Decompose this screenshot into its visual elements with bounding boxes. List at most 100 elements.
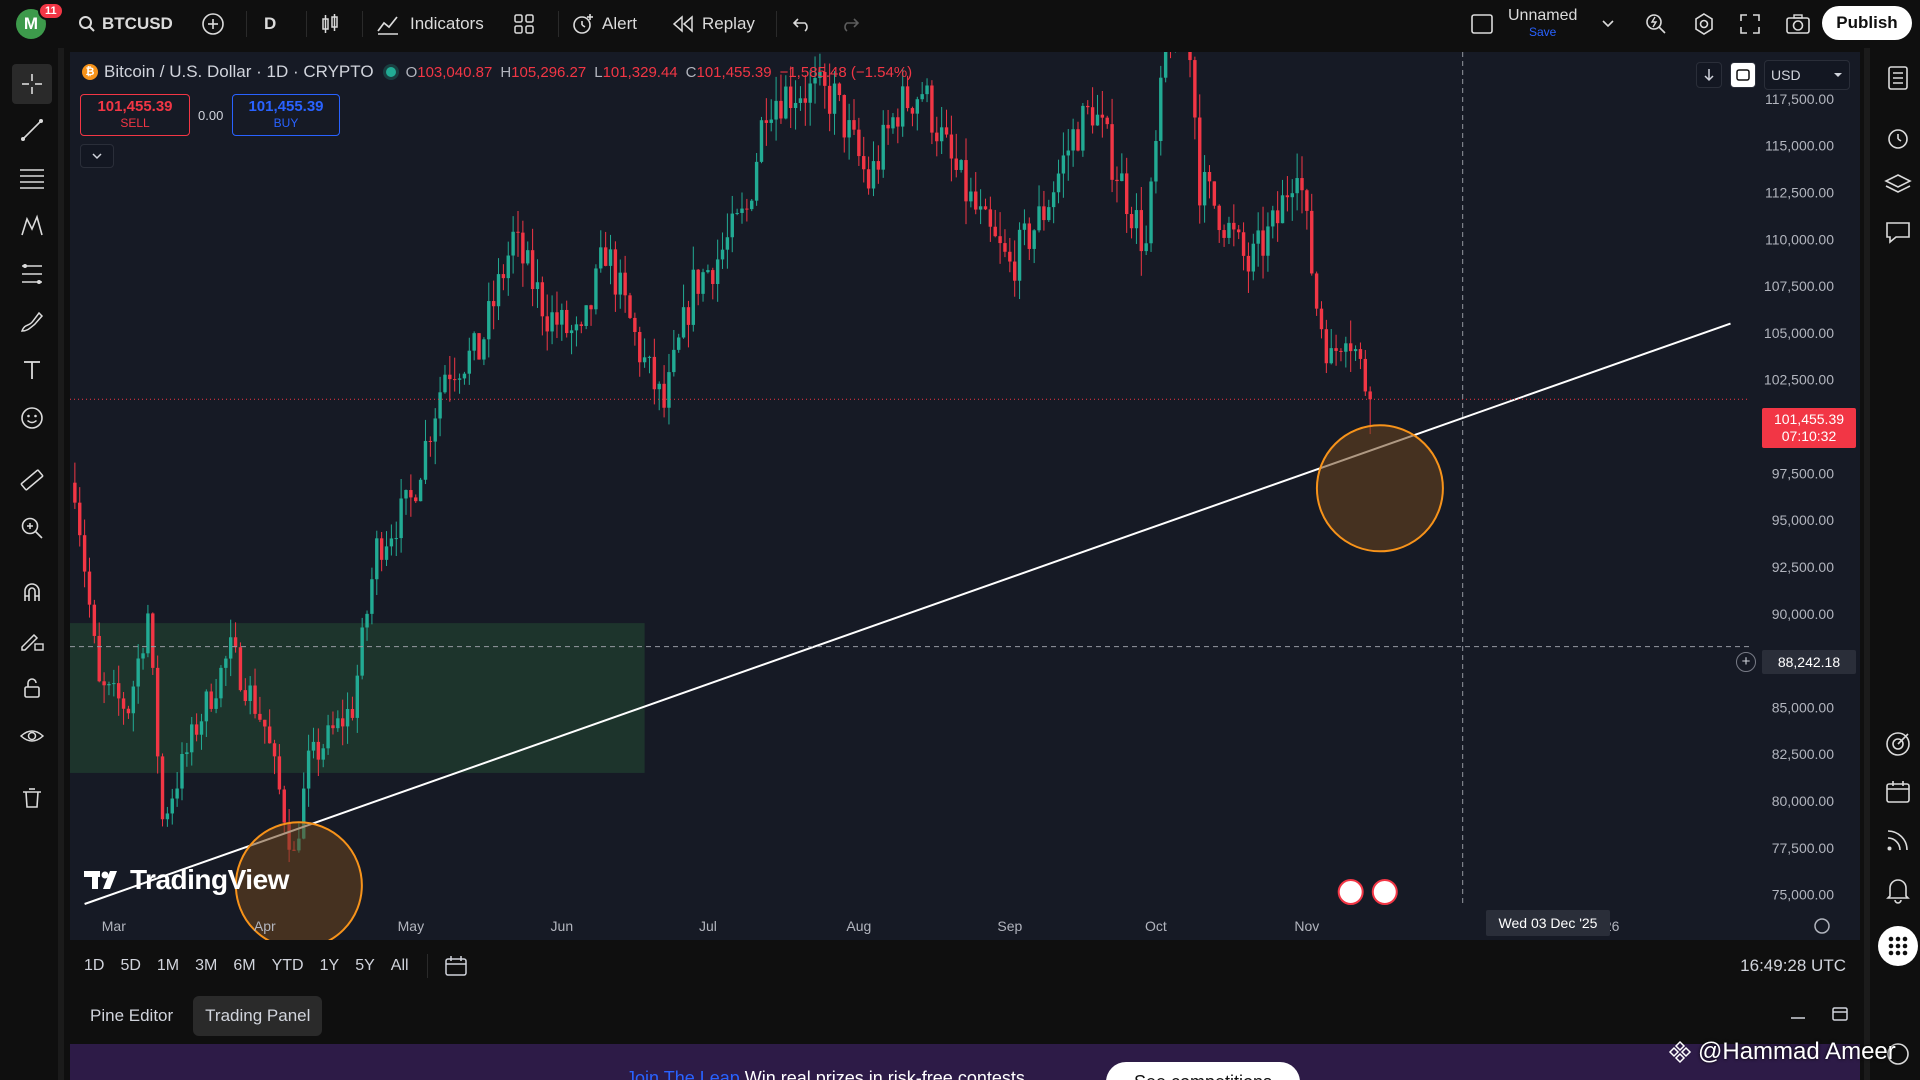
timeframe-5d[interactable]: 5D xyxy=(112,957,148,975)
patterns-tool[interactable] xyxy=(12,206,52,246)
candle-body xyxy=(428,440,433,442)
candle-body xyxy=(1290,193,1294,198)
symbol-legend: ₿ Bitcoin / U.S. Dollar · 1D · CRYPTO O1… xyxy=(82,62,920,82)
promo-link[interactable]: Join The Leap xyxy=(626,1068,740,1080)
bar-countdown: 07:10:32 xyxy=(1781,428,1837,444)
timeframe-3m[interactable]: 3M xyxy=(187,957,225,975)
candle-body xyxy=(452,379,457,381)
scroll-to-latest-button[interactable] xyxy=(1696,62,1722,88)
compare-symbol-button[interactable] xyxy=(195,6,231,42)
utc-clock[interactable]: 16:49:28 UTC xyxy=(1740,956,1846,976)
candle-body xyxy=(336,718,340,729)
replay-button[interactable]: Replay xyxy=(672,0,755,48)
forecast-tool[interactable] xyxy=(12,254,52,294)
watchlist-button[interactable] xyxy=(1878,58,1918,98)
brush-tool[interactable] xyxy=(12,302,52,342)
price-axis-label: 102,500.00 xyxy=(1764,372,1834,388)
tab-trading-panel[interactable]: Trading Panel xyxy=(193,996,323,1036)
stay-drawing-tool[interactable] xyxy=(12,620,52,660)
divider xyxy=(776,11,777,37)
alerts-panel-button[interactable] xyxy=(1878,118,1918,158)
notifications-button[interactable] xyxy=(1878,870,1918,910)
settings-button[interactable] xyxy=(1686,6,1722,42)
layout-menu-button[interactable] xyxy=(1590,6,1626,42)
open-value: 103,040.87 xyxy=(417,63,493,81)
candle-body xyxy=(769,119,773,123)
crosshair-price-tag: 88,242.18 xyxy=(1762,650,1856,674)
candle-body xyxy=(862,156,866,170)
pencil-lock-icon xyxy=(21,633,44,651)
timeframe-5y[interactable]: 5Y xyxy=(347,957,383,975)
candle-body xyxy=(1149,181,1153,244)
ideas-button[interactable] xyxy=(1878,724,1918,764)
fib-tool[interactable] xyxy=(12,158,52,198)
candle-body xyxy=(686,307,691,325)
price-axis-label: 75,000.00 xyxy=(1772,887,1834,903)
trendline-tool[interactable] xyxy=(12,110,52,150)
crosshair-tool[interactable] xyxy=(12,64,52,104)
timeframe-1m[interactable]: 1M xyxy=(149,957,187,975)
candle-body xyxy=(696,269,700,294)
tab-pine-editor[interactable]: Pine Editor xyxy=(78,996,185,1036)
symbol-title[interactable]: Bitcoin / U.S. Dollar · 1D · CRYPTO xyxy=(104,62,374,82)
brush-icon xyxy=(20,311,44,332)
products-button[interactable] xyxy=(1878,926,1918,966)
candle-body xyxy=(949,134,954,159)
currency-select[interactable]: USD xyxy=(1764,60,1850,90)
date-range-button[interactable] xyxy=(438,948,474,984)
candle-body xyxy=(1047,207,1051,221)
alert-button[interactable]: Alert xyxy=(570,0,637,48)
object-tree-button[interactable] xyxy=(1878,164,1918,204)
undo-button[interactable] xyxy=(784,6,820,42)
indicators-button[interactable]: Indicators xyxy=(376,0,484,48)
minimize-icon[interactable] xyxy=(1788,1004,1808,1024)
candle-body xyxy=(574,324,579,331)
buy-button[interactable]: 101,455.39 BUY xyxy=(232,94,340,136)
symbol-search-button[interactable]: BTCUSD xyxy=(78,0,173,48)
magnet-tool[interactable] xyxy=(12,572,52,612)
timeframe-ytd[interactable]: YTD xyxy=(264,957,312,975)
lock-drawings-tool[interactable] xyxy=(12,668,52,708)
hide-drawings-tool[interactable] xyxy=(12,716,52,756)
emoji-tool[interactable] xyxy=(12,398,52,438)
zoom-tool[interactable] xyxy=(12,508,52,548)
sell-button[interactable]: 101,455.39 SELL xyxy=(80,94,190,136)
candle-body xyxy=(896,117,900,127)
quick-search-button[interactable] xyxy=(1638,6,1674,42)
candle-body xyxy=(151,613,155,668)
chats-button[interactable] xyxy=(1878,212,1918,252)
candle-body xyxy=(832,83,837,114)
timeframe-1y[interactable]: 1Y xyxy=(312,957,348,975)
candle-body xyxy=(204,691,209,722)
remove-drawings-tool[interactable] xyxy=(12,778,52,818)
publish-button[interactable]: Publish xyxy=(1822,6,1912,40)
add-alert-plus-icon[interactable]: + xyxy=(1736,652,1756,672)
candle-body xyxy=(1042,206,1046,221)
interval-button[interactable]: D xyxy=(264,0,276,48)
redo-button[interactable] xyxy=(832,6,868,42)
legend-collapse-button[interactable] xyxy=(80,144,114,168)
templates-button[interactable] xyxy=(506,6,542,42)
price-chart[interactable]: 117,500.00 115,000.00 112,500.00 110,000.00… xyxy=(70,52,1860,940)
calendar-button[interactable] xyxy=(1878,772,1918,812)
timeframe-1d[interactable]: 1D xyxy=(76,957,112,975)
candle-body xyxy=(1032,230,1036,249)
layout-select-button[interactable] xyxy=(1464,6,1500,42)
chart-type-button[interactable] xyxy=(312,6,348,42)
candle-body xyxy=(238,647,243,691)
chart-pane[interactable]: 117,500.00 115,000.00 112,500.00 110,000.00… xyxy=(70,52,1860,940)
timeframe-all[interactable]: All xyxy=(383,957,417,975)
tradingview-logo[interactable]: TradingView xyxy=(84,864,289,896)
candle-body xyxy=(516,231,520,233)
sync-button[interactable] xyxy=(1730,62,1756,88)
measure-tool[interactable] xyxy=(12,460,52,500)
fullscreen-button[interactable] xyxy=(1732,6,1768,42)
news-stream-button[interactable] xyxy=(1878,820,1918,860)
chevron-down-icon xyxy=(1834,73,1842,77)
maximize-icon[interactable] xyxy=(1830,1004,1850,1024)
layout-name-button[interactable]: Unnamed Save xyxy=(1508,8,1577,40)
snapshot-button[interactable] xyxy=(1780,6,1816,42)
text-tool[interactable] xyxy=(12,350,52,390)
see-competitions-button[interactable]: See competitions xyxy=(1106,1062,1300,1080)
timeframe-6m[interactable]: 6M xyxy=(225,957,263,975)
